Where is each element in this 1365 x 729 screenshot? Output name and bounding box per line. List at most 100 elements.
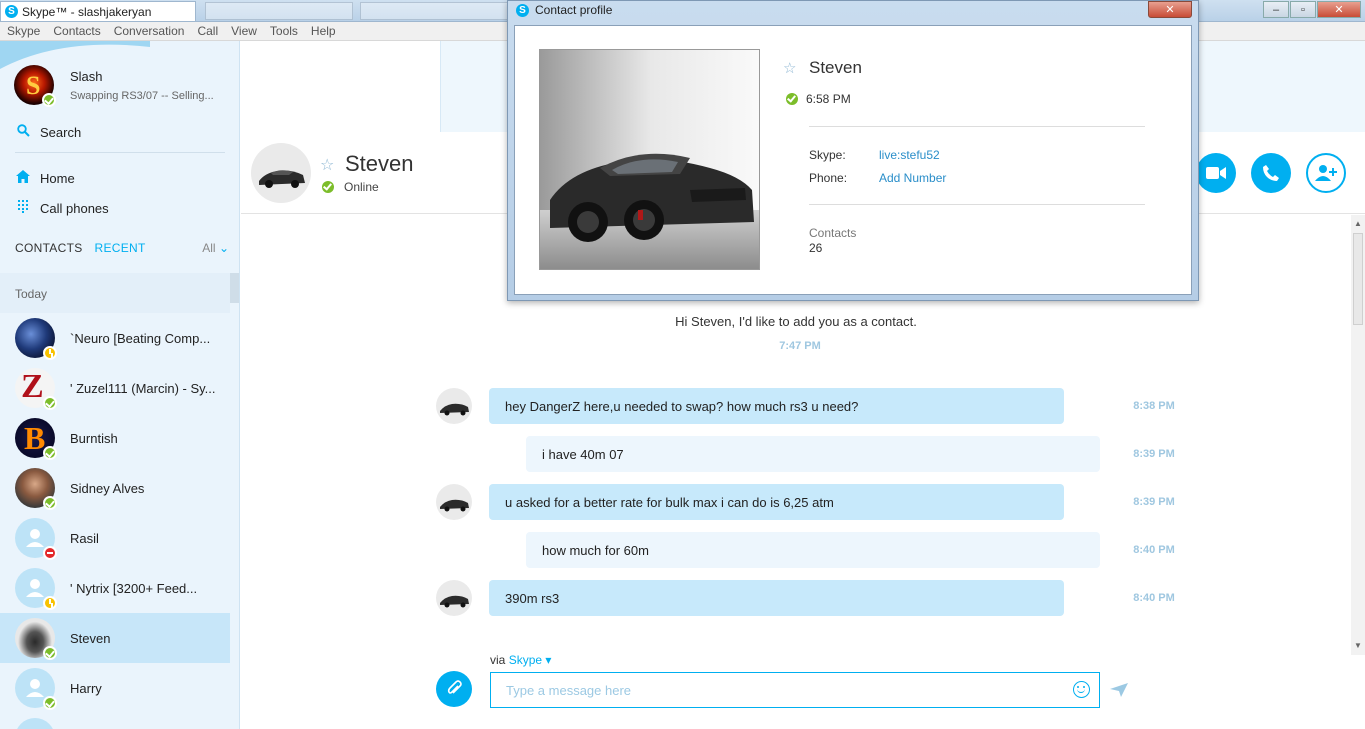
online-status-icon <box>43 696 57 710</box>
menu-skype[interactable]: Skype <box>7 24 40 38</box>
message-avatar[interactable] <box>436 580 472 616</box>
online-status-icon <box>43 396 57 410</box>
contact-status: Online <box>322 180 379 194</box>
list-item[interactable]: Harry <box>0 663 230 713</box>
list-item[interactable]: Sidney Alves <box>0 463 230 513</box>
my-name: Slash <box>70 69 103 84</box>
home-button[interactable]: Home <box>15 170 75 186</box>
divider <box>809 204 1145 205</box>
list-item[interactable]: Z ' Zuzel111 (Marcin) - Sy... <box>0 363 230 413</box>
contact-name: ' Zuzel111 (Marcin) - Sy... <box>70 380 216 396</box>
skype-icon: S <box>5 5 18 18</box>
contact-avatar <box>15 318 57 360</box>
message-time: 8:40 PM <box>1133 592 1175 604</box>
filter-dropdown[interactable]: All ⌄ <box>202 241 229 255</box>
filter-label: All <box>202 241 216 255</box>
online-status-icon <box>43 446 57 460</box>
message-time: 8:39 PM <box>1133 496 1175 508</box>
contact-name: Harry <box>70 680 102 696</box>
contact-avatar <box>15 468 57 510</box>
emoji-icon[interactable] <box>1073 681 1090 698</box>
message-avatar[interactable] <box>436 388 472 424</box>
message-bubble-incoming[interactable]: 390m rs3 <box>489 580 1064 616</box>
maximize-button[interactable]: ▫ <box>1290 1 1316 18</box>
list-item[interactable] <box>0 713 230 729</box>
online-status-icon <box>43 496 57 510</box>
menu-help[interactable]: Help <box>311 24 336 38</box>
message-time: 8:38 PM <box>1133 400 1175 412</box>
conversation-scrollbar[interactable]: ▲ ▼ <box>1351 215 1365 655</box>
message-bubble-outgoing[interactable]: how much for 60m <box>526 532 1100 568</box>
online-status-icon <box>43 646 57 660</box>
message-time: 8:39 PM <box>1133 448 1175 460</box>
local-time-text: 6:58 PM <box>806 92 851 106</box>
background-tab[interactable] <box>360 2 510 20</box>
system-message: Hi Steven, I'd like to add you as a cont… <box>675 314 917 329</box>
contact-name: Burntish <box>70 430 118 446</box>
message-input[interactable] <box>490 672 1100 708</box>
browser-tab-skype[interactable]: S Skype™ - slashjakeryan <box>0 1 196 21</box>
skype-id-link[interactable]: live:stefu52 <box>879 148 940 162</box>
my-avatar[interactable]: S <box>14 65 56 107</box>
menu-contacts[interactable]: Contacts <box>53 24 100 38</box>
phone-label: Phone: <box>809 171 848 185</box>
my-profile[interactable]: S Slash Swapping RS3/07 -- Selling... <box>14 65 214 107</box>
profile-name: Steven <box>809 58 862 77</box>
default-avatar-icon <box>15 668 57 710</box>
profile-content: ☆ Steven 6:58 PM Skype: live:stefu52 Pho… <box>514 25 1192 295</box>
profile-window-title: Contact profile <box>535 3 613 17</box>
favorite-star-icon[interactable]: ☆ <box>783 59 796 77</box>
home-icon <box>15 170 31 186</box>
online-status-icon <box>42 93 56 107</box>
video-call-button[interactable] <box>1196 153 1236 193</box>
add-contact-icon <box>1315 165 1337 181</box>
contact-avatar[interactable] <box>251 143 311 203</box>
favorite-star-icon[interactable]: ☆ <box>320 155 334 175</box>
list-item[interactable]: `Neuro [Beating Comp... <box>0 313 230 363</box>
add-people-button[interactable] <box>1306 153 1346 193</box>
contact-name: Sidney Alves <box>70 480 145 496</box>
call-phones-button[interactable]: Call phones <box>15 200 109 216</box>
message-avatar[interactable] <box>436 484 472 520</box>
sidebar-scrollbar[interactable] <box>230 273 239 303</box>
message-bubble-incoming[interactable]: hey DangerZ here,u needed to swap? how m… <box>489 388 1064 424</box>
close-window-button[interactable]: ✕ <box>1317 1 1361 18</box>
scroll-down-arrow-icon[interactable]: ▼ <box>1354 641 1362 650</box>
tab-contacts[interactable]: CONTACTS <box>15 241 83 255</box>
minimize-button[interactable]: ‒ <box>1263 1 1289 18</box>
scrollbar-thumb[interactable] <box>1353 233 1363 325</box>
search-button[interactable]: Search <box>15 124 81 140</box>
tab-recent[interactable]: RECENT <box>95 241 146 255</box>
away-status-icon <box>43 346 57 360</box>
list-item[interactable]: ' Nytrix [3200+ Feed... <box>0 563 230 613</box>
voice-call-button[interactable] <box>1251 153 1291 193</box>
menu-view[interactable]: View <box>231 24 257 38</box>
menu-conversation[interactable]: Conversation <box>114 24 185 38</box>
my-mood-message[interactable]: Swapping RS3/07 -- Selling... <box>70 90 214 102</box>
list-item[interactable]: Rasil <box>0 513 230 563</box>
phone-call-icon <box>1263 165 1279 181</box>
menu-tools[interactable]: Tools <box>270 24 298 38</box>
sidebar: S Slash Swapping RS3/07 -- Selling... Se… <box>0 41 240 729</box>
close-profile-button[interactable]: ✕ <box>1148 1 1192 18</box>
skype-label: Skype: <box>809 148 846 162</box>
scroll-up-arrow-icon[interactable]: ▲ <box>1354 219 1362 228</box>
contact-avatar: B <box>15 418 57 460</box>
message-bubble-outgoing[interactable]: i have 40m 07 <box>526 436 1100 472</box>
list-item[interactable]: Steven <box>0 613 230 663</box>
add-number-link[interactable]: Add Number <box>879 171 946 185</box>
menu-call[interactable]: Call <box>197 24 218 38</box>
recent-list: Today `Neuro [Beating Comp... Z ' Zuzel1… <box>0 273 230 729</box>
avatar-letter: S <box>26 71 41 100</box>
list-item[interactable]: B Burntish <box>0 413 230 463</box>
online-status-icon <box>322 181 334 193</box>
via-selector[interactable]: via Skype ▾ <box>490 653 551 667</box>
skype-icon: S <box>516 3 529 17</box>
away-status-icon <box>43 596 57 610</box>
send-icon[interactable] <box>1110 683 1128 697</box>
message-bubble-incoming[interactable]: u asked for a better rate for bulk max i… <box>489 484 1064 520</box>
background-tab[interactable] <box>205 2 353 20</box>
attach-button[interactable] <box>436 671 472 707</box>
paperclip-icon <box>447 680 462 694</box>
status-text: Online <box>344 180 379 194</box>
